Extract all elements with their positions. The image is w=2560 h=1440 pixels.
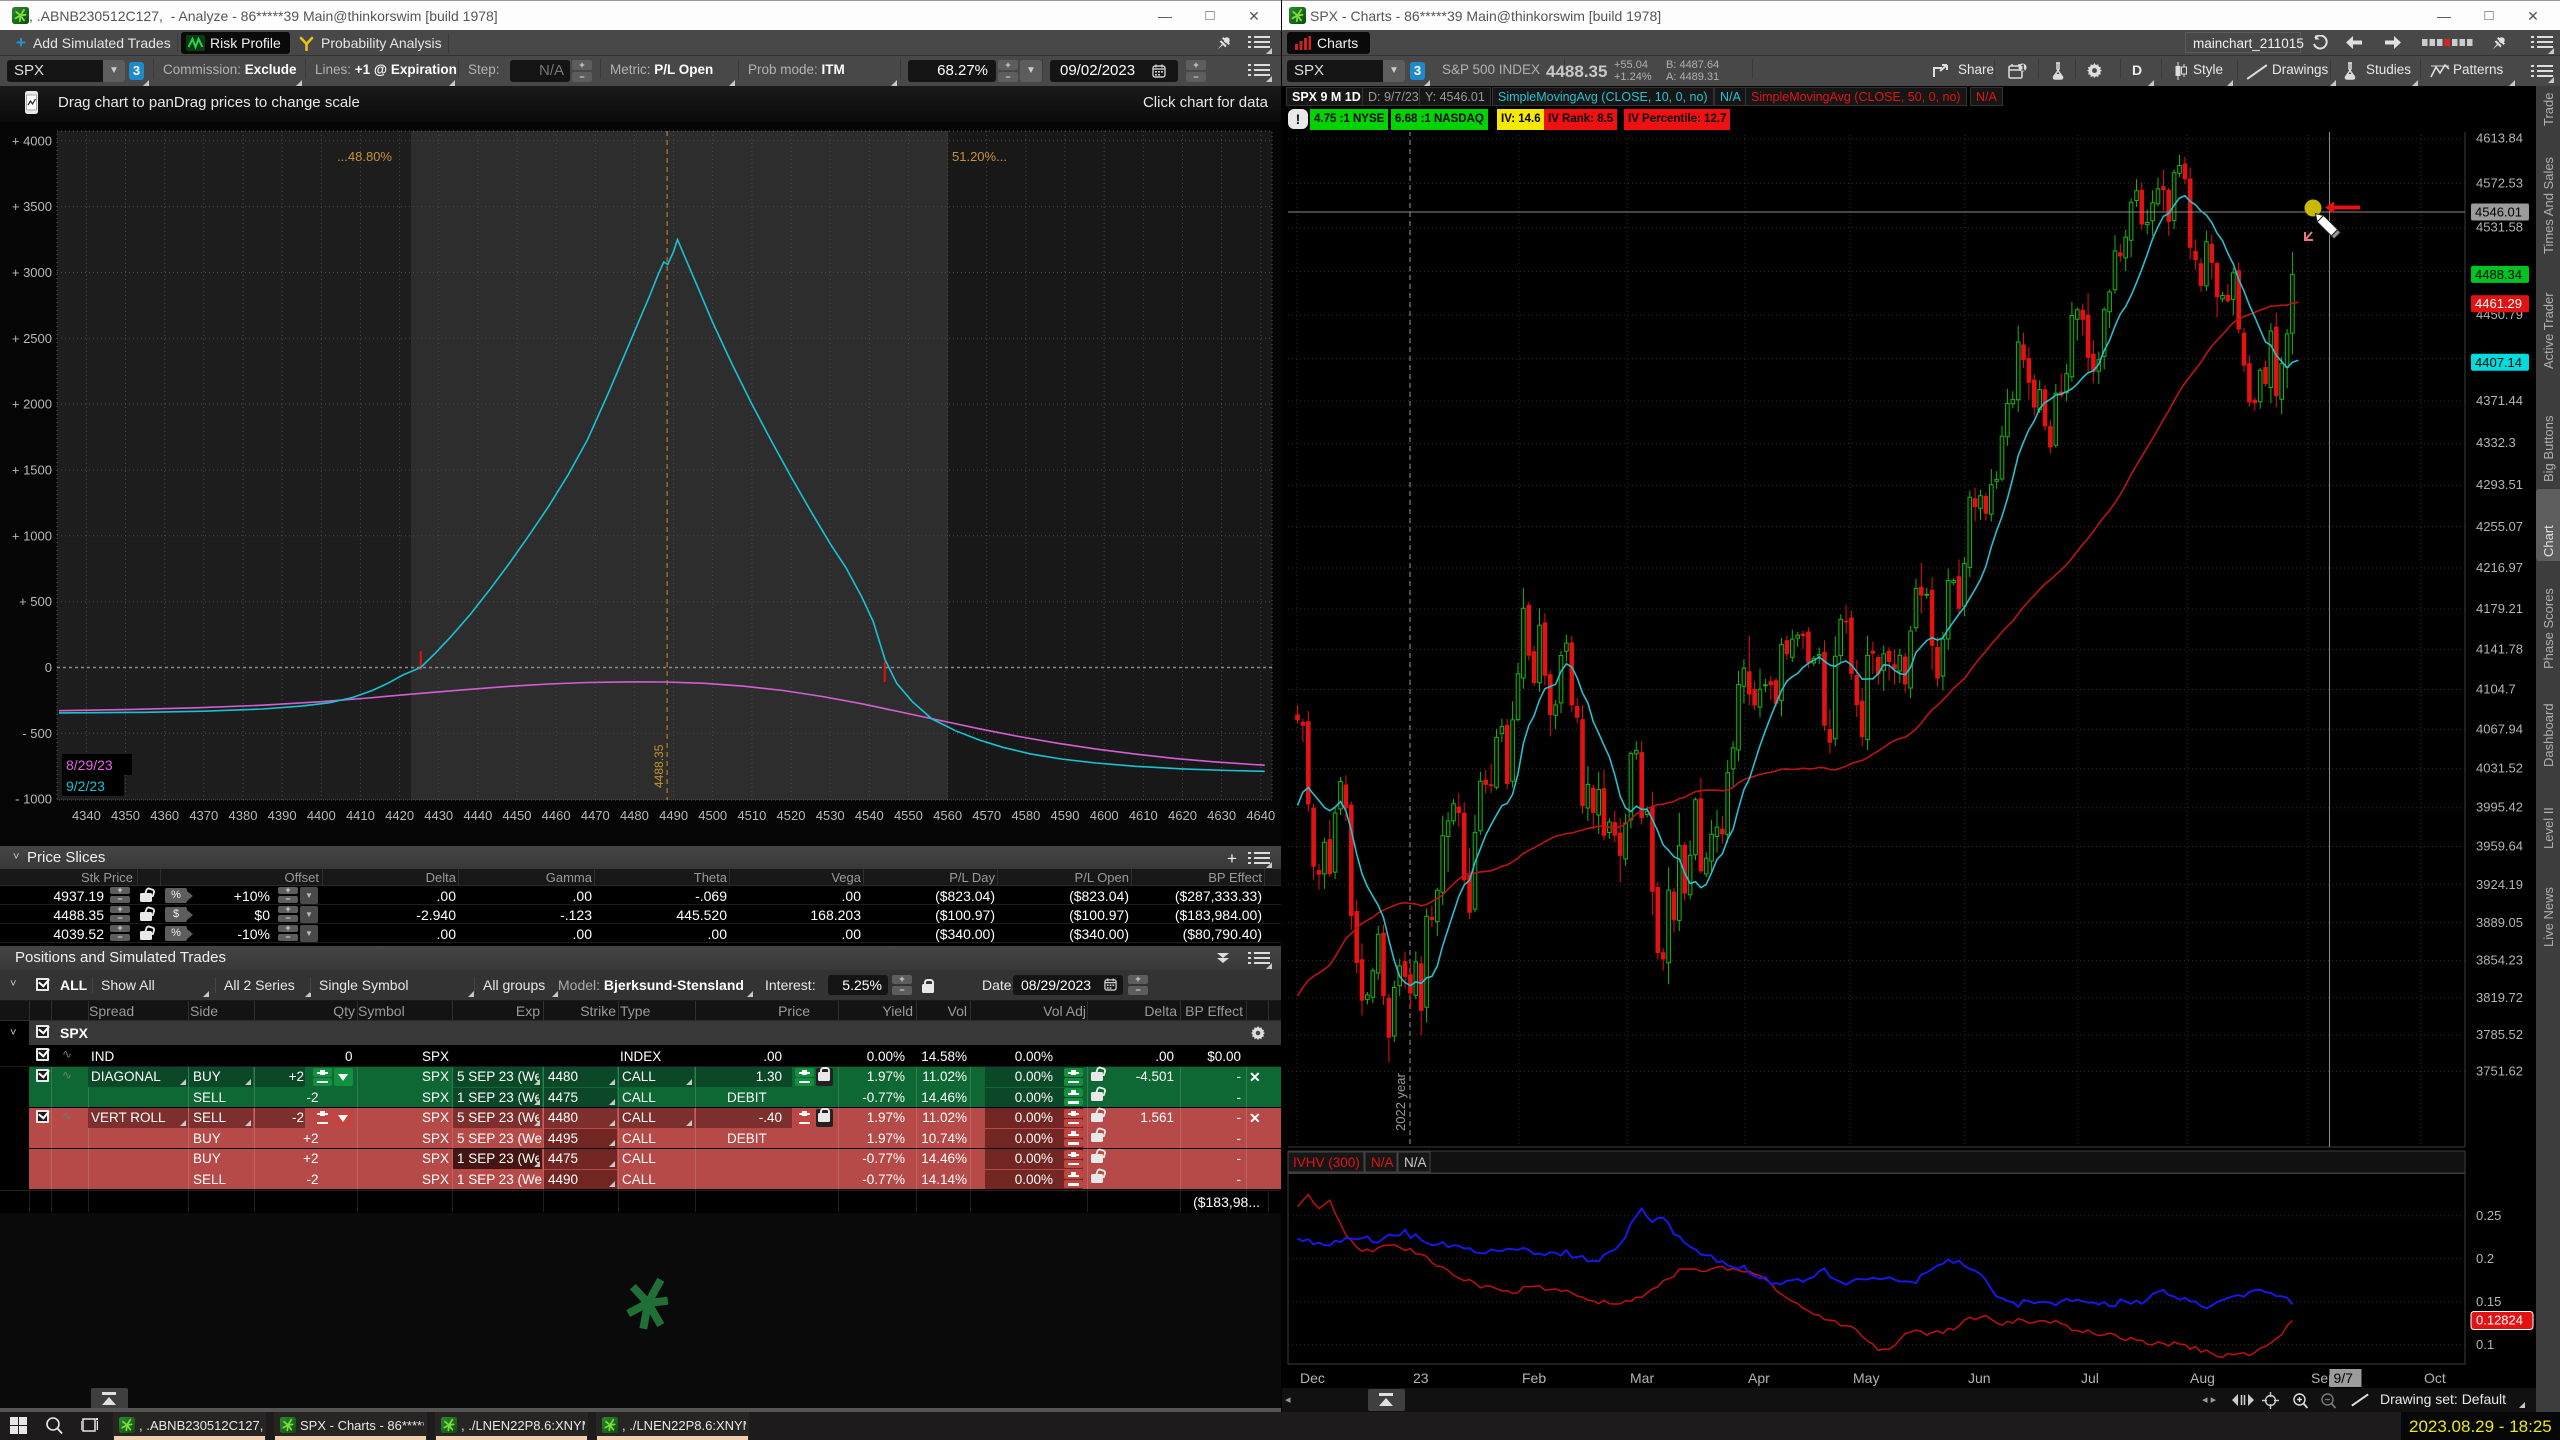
svg-text:4031.52: 4031.52	[2476, 761, 2523, 776]
svg-text:4216.97: 4216.97	[2476, 560, 2523, 575]
svg-text:0.25: 0.25	[2476, 1208, 2501, 1223]
svg-text:2022 year: 2022 year	[1393, 1073, 1408, 1131]
svg-text:4179.21: 4179.21	[2476, 601, 2523, 616]
svg-text:4546.01: 4546.01	[2475, 205, 2522, 220]
svg-text:4488.35: 4488.35	[652, 744, 666, 788]
svg-text:+ 2500: + 2500	[12, 331, 52, 346]
svg-text:- 500: - 500	[22, 726, 52, 741]
svg-text:4550: 4550	[894, 808, 923, 823]
svg-text:4570: 4570	[972, 808, 1001, 823]
svg-text:Mar: Mar	[1630, 1370, 1654, 1386]
svg-text:4440: 4440	[463, 808, 492, 823]
svg-text:4430: 4430	[424, 808, 453, 823]
svg-text:4520: 4520	[777, 808, 806, 823]
svg-text:Jun: Jun	[1968, 1370, 1991, 1386]
svg-text:4560: 4560	[933, 808, 962, 823]
svg-text:4580: 4580	[1011, 808, 1040, 823]
svg-text:4488.34: 4488.34	[2475, 267, 2522, 282]
svg-text:0.2: 0.2	[2476, 1251, 2494, 1266]
svg-text:4610: 4610	[1129, 808, 1158, 823]
svg-text:4461.29: 4461.29	[2475, 296, 2522, 311]
svg-text:4540: 4540	[855, 808, 884, 823]
svg-text:4600: 4600	[1090, 808, 1119, 823]
svg-text:4530: 4530	[816, 808, 845, 823]
svg-text:4490: 4490	[659, 808, 688, 823]
svg-text:+ 1500: + 1500	[12, 463, 52, 478]
svg-text:3854.23: 3854.23	[2476, 953, 2523, 968]
svg-text:Oct: Oct	[2424, 1370, 2446, 1386]
svg-text:+ 2000: + 2000	[12, 397, 52, 412]
svg-text:4613.84: 4613.84	[2476, 131, 2523, 146]
svg-text:Jul: Jul	[2081, 1370, 2099, 1386]
svg-text:N/A: N/A	[1404, 1155, 1427, 1170]
svg-text:0.1: 0.1	[2476, 1337, 2494, 1352]
svg-text:4410: 4410	[346, 808, 375, 823]
svg-text:4380: 4380	[229, 808, 258, 823]
svg-text:Aug: Aug	[2190, 1370, 2215, 1386]
svg-text:4370: 4370	[189, 808, 218, 823]
svg-text:23: 23	[1413, 1370, 1429, 1386]
svg-text:3995.42: 3995.42	[2476, 800, 2523, 815]
svg-text:4141.78: 4141.78	[2476, 641, 2523, 656]
svg-text:4510: 4510	[737, 808, 766, 823]
svg-text:+ 500: + 500	[19, 594, 52, 609]
svg-text:4350: 4350	[111, 808, 140, 823]
svg-text:4531.58: 4531.58	[2476, 220, 2523, 235]
svg-text:0.12824: 0.12824	[2476, 1313, 2523, 1328]
svg-text:3924.19: 3924.19	[2476, 877, 2523, 892]
svg-text:- 1000: - 1000	[15, 792, 52, 807]
svg-text:4255.07: 4255.07	[2476, 519, 2523, 534]
svg-text:4450: 4450	[503, 808, 532, 823]
svg-text:4470: 4470	[581, 808, 610, 823]
svg-text:4640: 4640	[1246, 808, 1275, 823]
svg-text:1: 1	[2021, 63, 2026, 72]
svg-text:+ 3500: + 3500	[12, 199, 52, 214]
svg-text:4590: 4590	[1051, 808, 1080, 823]
svg-text:4407.14: 4407.14	[2475, 355, 2522, 370]
svg-text:4390: 4390	[268, 808, 297, 823]
svg-text:4572.53: 4572.53	[2476, 175, 2523, 190]
svg-text:3959.64: 3959.64	[2476, 839, 2523, 854]
svg-text:4360: 4360	[150, 808, 179, 823]
svg-text:4420: 4420	[385, 808, 414, 823]
svg-text:0.15: 0.15	[2476, 1294, 2501, 1309]
svg-text:...48.80%: ...48.80%	[337, 149, 392, 164]
svg-text:3819.72: 3819.72	[2476, 990, 2523, 1005]
svg-text:Dec: Dec	[1300, 1370, 1325, 1386]
svg-text:3751.62: 3751.62	[2476, 1064, 2523, 1079]
svg-text:4371.44: 4371.44	[2476, 393, 2523, 408]
svg-text:4460: 4460	[542, 808, 571, 823]
svg-text:51.20%...: 51.20%...	[952, 149, 1007, 164]
svg-text:+ 1000: + 1000	[12, 528, 52, 543]
svg-text:4293.51: 4293.51	[2476, 477, 2523, 492]
svg-text:3889.05: 3889.05	[2476, 915, 2523, 930]
svg-text:4500: 4500	[698, 808, 727, 823]
svg-text:+ 4000: + 4000	[12, 133, 52, 148]
svg-text:4332.3: 4332.3	[2476, 435, 2516, 450]
svg-text:4340: 4340	[72, 808, 101, 823]
svg-text:9/7: 9/7	[2334, 1370, 2354, 1386]
svg-text:Feb: Feb	[1522, 1370, 1546, 1386]
svg-text:4400: 4400	[307, 808, 336, 823]
svg-text:4630: 4630	[1207, 808, 1236, 823]
svg-text:Apr: Apr	[1748, 1370, 1770, 1386]
svg-text:9/2/23: 9/2/23	[66, 778, 105, 794]
svg-text:4104.7: 4104.7	[2476, 682, 2516, 697]
svg-text:+ 3000: + 3000	[12, 265, 52, 280]
svg-text:0: 0	[45, 660, 52, 675]
svg-text:N/A: N/A	[1371, 1155, 1394, 1170]
svg-text:May: May	[1853, 1370, 1879, 1386]
svg-text:4480: 4480	[620, 808, 649, 823]
svg-text:3785.52: 3785.52	[2476, 1027, 2523, 1042]
svg-text:4067.94: 4067.94	[2476, 721, 2523, 736]
svg-text:8/29/23: 8/29/23	[66, 757, 113, 773]
svg-text:IVHV (300): IVHV (300)	[1293, 1155, 1360, 1170]
svg-text:4620: 4620	[1168, 808, 1197, 823]
